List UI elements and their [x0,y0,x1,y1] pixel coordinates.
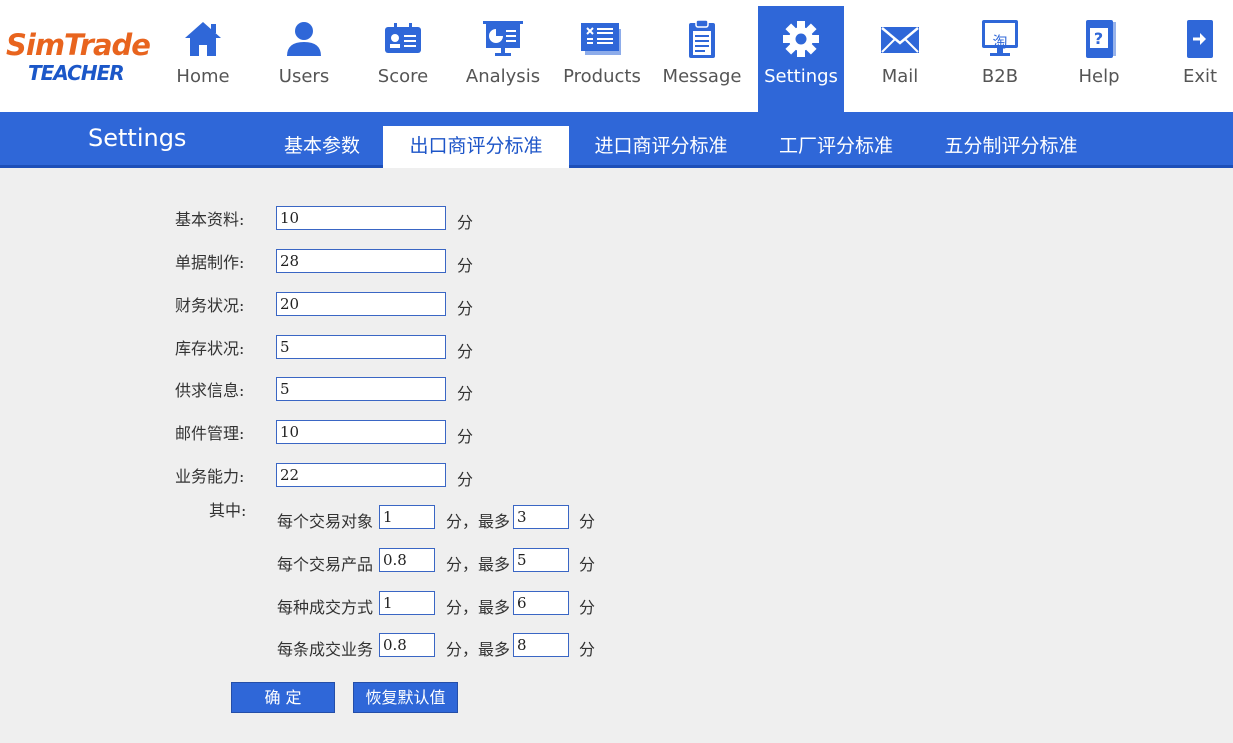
home-icon [160,18,246,60]
presentation-chart-icon [460,18,546,60]
sub-field-mid-label: 分，最多 [446,640,511,659]
unit-label: 分 [579,512,596,531]
logo-text-simtrade: SimTrade [6,28,151,62]
score-card-icon [360,18,446,60]
unit-label: 分 [457,470,474,489]
sub-field-mid-label: 分，最多 [446,598,511,617]
sub-section-label: 其中: [209,501,247,520]
logo-text-teacher: TEACHER [28,61,125,85]
simtrade-teacher-logo: SimTrade TEACHER [6,28,156,88]
user-icon [261,18,347,60]
nav-settings[interactable]: Settings [758,6,844,112]
field-label-mail-management: 邮件管理: [175,424,245,443]
sub-field-label-per-transaction: 每条成交业务 [277,640,374,659]
per-product-max-input[interactable] [513,548,569,572]
sub-field-mid-label: 分，最多 [446,512,511,531]
basic-info-score-input[interactable] [276,206,446,230]
nav-home-label: Home [176,66,230,87]
nav-mail[interactable]: Mail [857,6,943,112]
nav-users[interactable]: Users [261,6,347,112]
unit-label: 分 [579,598,596,617]
field-label-financial-status: 财务状况: [175,296,245,315]
unit-label: 分 [457,384,474,403]
unit-label: 分 [457,256,474,275]
business-capability-score-input[interactable] [276,463,446,487]
tab-importer-scoring[interactable]: 进口商评分标准 [576,126,746,168]
nav-home[interactable]: Home [160,6,246,112]
field-label-business-capability: 业务能力: [175,467,245,486]
per-transaction-max-input[interactable] [513,633,569,657]
nav-users-label: Users [278,66,330,87]
per-trading-partner-max-input[interactable] [513,505,569,529]
settings-subheader: Settings 基本参数 出口商评分标准 进口商评分标准 工厂评分标准 五分制… [0,112,1233,168]
mail-management-score-input[interactable] [276,420,446,444]
inventory-status-score-input[interactable] [276,335,446,359]
nav-mail-label: Mail [881,66,919,87]
nav-help[interactable]: ? Help [1056,6,1142,112]
tab-basic-params[interactable]: 基本参数 [262,126,382,168]
tab-factory-scoring[interactable]: 工厂评分标准 [762,126,910,168]
sub-field-label-per-trading-partner: 每个交易对象 [277,512,374,531]
nav-help-label: Help [1078,66,1120,87]
products-icon [559,18,645,60]
sub-field-mid-label: 分，最多 [446,555,511,574]
exit-icon [1160,18,1233,60]
unit-label: 分 [457,342,474,361]
monitor-icon: 淘 [957,18,1043,60]
per-transaction-score-input[interactable] [379,633,435,657]
nav-message[interactable]: Message [659,6,745,112]
financial-status-score-input[interactable] [276,292,446,316]
field-label-document-making: 单据制作: [175,253,245,272]
nav-analysis[interactable]: Analysis [460,6,546,112]
nav-exit-label: Exit [1182,66,1218,87]
field-label-supply-demand-info: 供求信息: [175,381,245,400]
nav-b2b[interactable]: 淘 B2B [957,6,1043,112]
nav-message-label: Message [662,66,742,87]
document-making-score-input[interactable] [276,249,446,273]
clipboard-icon [659,18,745,60]
top-navigation-bar: SimTrade TEACHER Home Users Score Analys… [0,0,1233,112]
sub-field-label-per-product: 每个交易产品 [277,555,374,574]
field-label-basic-info: 基本资料: [175,210,245,229]
per-deal-method-score-input[interactable] [379,591,435,615]
nav-products-label: Products [563,66,641,87]
tab-five-point-scoring[interactable]: 五分制评分标准 [928,126,1094,168]
nav-exit[interactable]: Exit [1160,6,1233,112]
field-label-inventory-status: 库存状况: [175,339,245,358]
per-product-score-input[interactable] [379,548,435,572]
per-deal-method-max-input[interactable] [513,591,569,615]
nav-products[interactable]: Products [559,6,645,112]
unit-label: 分 [579,555,596,574]
unit-label: 分 [457,299,474,318]
confirm-button[interactable]: 确 定 [231,682,335,713]
help-book-icon: ? [1056,18,1142,60]
tab-exporter-scoring[interactable]: 出口商评分标准 [383,126,569,168]
per-trading-partner-score-input[interactable] [379,505,435,529]
nav-score[interactable]: Score [360,6,446,112]
restore-defaults-button[interactable]: 恢复默认值 [353,682,458,713]
unit-label: 分 [457,427,474,446]
nav-settings-label: Settings [764,66,838,87]
nav-score-label: Score [377,66,429,87]
gear-icon [758,18,844,60]
nav-analysis-label: Analysis [465,66,541,87]
b2b-icon-glyph: 淘 [992,33,1008,51]
page-title: Settings [88,124,187,152]
nav-b2b-label: B2B [981,66,1019,87]
sub-field-label-per-deal-method: 每种成交方式 [277,598,374,617]
unit-label: 分 [579,640,596,659]
unit-label: 分 [457,213,474,232]
envelope-icon [857,18,943,60]
supply-demand-score-input[interactable] [276,377,446,401]
help-icon-glyph: ? [1093,29,1104,48]
